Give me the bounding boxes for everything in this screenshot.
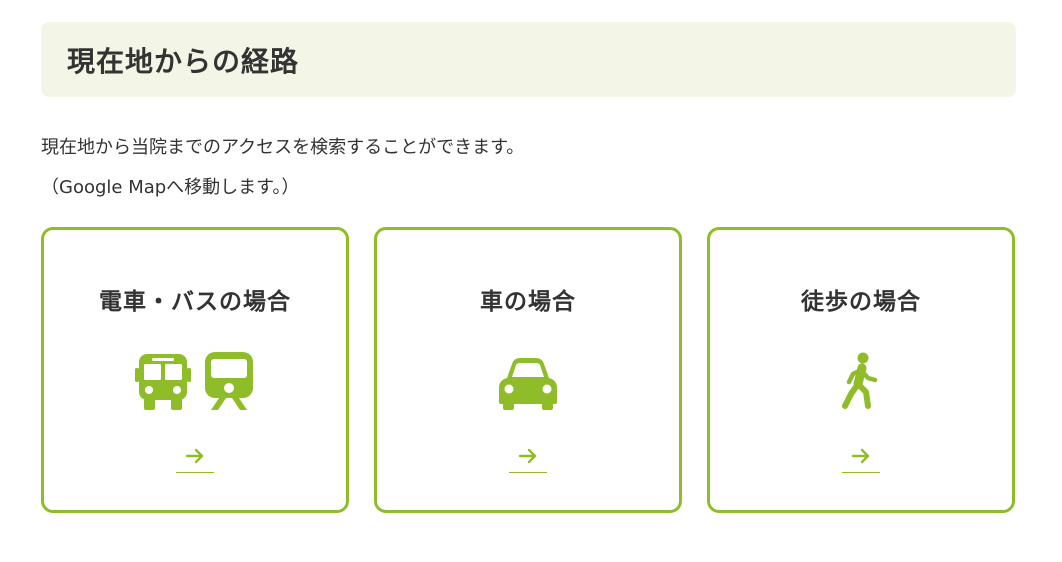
section-heading: 現在地からの経路 <box>41 22 1016 97</box>
page-title: 現在地からの経路 <box>67 44 300 78</box>
description-line-2: （Google Mapへ移動します。） <box>41 177 300 198</box>
route-cards: 電車・バスの場合 車の場合 徒歩の場合 <box>41 227 1016 513</box>
walking-person-icon <box>842 352 878 409</box>
card-icons-train-bus <box>44 348 346 410</box>
route-card-car[interactable]: 車の場合 <box>374 227 682 513</box>
description-line-1: 現在地から当院までのアクセスを検索することができます。 <box>41 137 525 158</box>
route-card-walking[interactable]: 徒歩の場合 <box>707 227 1015 513</box>
car-icon <box>499 358 557 410</box>
route-card-train-bus[interactable]: 電車・バスの場合 <box>41 227 349 513</box>
card-title-train-bus: 電車・バスの場合 <box>99 289 291 315</box>
description: 現在地から当院までのアクセスを検索することができます。 （Google Mapへ… <box>41 128 1016 208</box>
card-arrow-walking[interactable] <box>842 440 880 473</box>
bus-icon <box>135 354 191 410</box>
card-title-car: 車の場合 <box>480 289 576 315</box>
card-icons-car <box>377 348 679 410</box>
card-arrow-train-bus[interactable] <box>176 440 214 473</box>
card-title-walking: 徒歩の場合 <box>801 289 921 315</box>
arrow-right-icon <box>185 448 204 464</box>
arrow-right-icon <box>518 448 537 464</box>
train-icon <box>205 352 253 410</box>
card-arrow-car[interactable] <box>509 440 547 473</box>
arrow-right-icon <box>851 448 870 464</box>
card-icons-walking <box>710 348 1012 410</box>
